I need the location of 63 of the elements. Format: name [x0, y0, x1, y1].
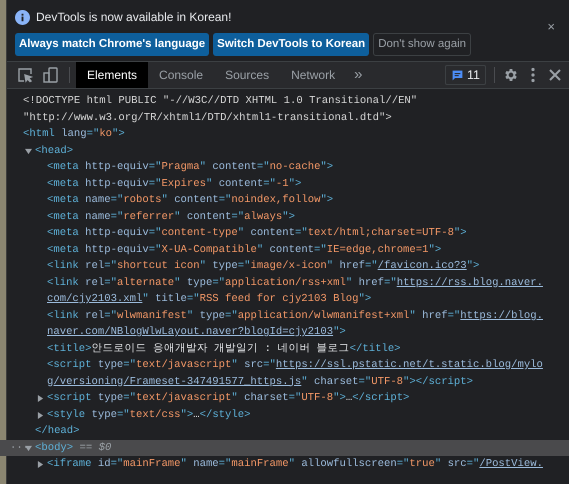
code-line: <meta http-equiv="content-type" content="text/html;charset=UTF-8">: [47, 226, 468, 241]
dom-node-row[interactable]: <iframe id="mainFrame" name="mainFrame" allowfullscreen="true" src="/PostView.: [0, 456, 569, 472]
expanded-triangle-icon[interactable]: [25, 444, 32, 452]
infobar-button[interactable]: Always match Chrome's language: [15, 33, 210, 56]
dom-node-row[interactable]: <meta http-equiv="X-UA-Compatible" content="IE=edge,chrome=1">: [0, 242, 569, 258]
code-line: <link rel="wlwmanifest" type="application/wlwmanifest+xml" href="https://blog.: [47, 308, 544, 324]
code-line: </head>: [35, 425, 80, 437]
panel-tab[interactable]: Elements: [76, 62, 148, 88]
inspect-element-icon[interactable]: [17, 67, 33, 83]
more-tabs-button[interactable]: »: [346, 62, 370, 88]
code-line: <title>안드로이드 응애개발자 개발일기 : 네이버 블로그</title>: [47, 342, 402, 356]
dom-node-row[interactable]: <meta name="referrer" content="always">: [0, 208, 569, 225]
collapsed-triangle-icon[interactable]: [37, 395, 44, 402]
panel-tab[interactable]: Network: [280, 62, 346, 88]
code-line: <body> == $0: [35, 440, 112, 456]
close-infobar-button[interactable]: ×: [547, 20, 555, 33]
code-line: <!DOCTYPE html PUBLIC "-//W3C//DTD XHTML 1.0 Transitional//EN": [23, 94, 418, 109]
infobar-button[interactable]: Don't show again: [373, 33, 472, 56]
dom-node-row[interactable]: <head>: [0, 142, 569, 159]
issues-button[interactable]: 11: [445, 65, 486, 85]
code-line: <html lang="ko">: [23, 127, 126, 142]
code-line: <meta name="referrer" content="always">: [47, 210, 296, 224]
infobar-button[interactable]: Switch DevTools to Korean: [213, 33, 370, 56]
panel-tab[interactable]: Sources: [214, 62, 280, 88]
dom-node-row[interactable]: <meta http-equiv="Expires" content="-1">: [0, 176, 569, 192]
dom-node-row[interactable]: <script type="text/javascript" src="https://ssl.pstatic.net/t.static.blog/mylo g/versioning/Frameset-347491577_https.js" charset="UTF-8"></script>: [0, 357, 569, 390]
code-line: <meta http-equiv="X-UA-Compatible" content="IE=edge,chrome=1">: [47, 242, 442, 258]
code-line: <meta http-equiv="Expires" content="-1">: [47, 176, 302, 192]
dom-node-row[interactable]: <!DOCTYPE html PUBLIC "-//W3C//DTD XHTML 1.0 Transitional//EN" "http://www.w3.org/TR/xhtml1/DTD/xhtml1-transitional.dtd">: [0, 93, 569, 126]
info-icon: [15, 10, 30, 24]
dom-node-row[interactable]: <link rel="wlwmanifest" type="application/wlwmanifest+xml" href="https://blog. naver.com/NBlogWlwLayout.naver?blogId=cjy2103">: [0, 308, 569, 340]
dom-node-row[interactable]: <style type="text/css">…</style>: [0, 406, 569, 423]
dom-node-row[interactable]: <title>안드로이드 응애개발자 개발일기 : 네이버 블로그</title>: [0, 340, 569, 357]
code-line: "http://www.w3.org/TR/xhtml1/DTD/xhtml1-transitional.dtd">: [23, 110, 393, 126]
dom-node-row[interactable]: <meta name="robots" content="noindex,follow">: [0, 192, 569, 208]
collapsed-triangle-icon[interactable]: [37, 461, 44, 468]
code-line: <meta name="robots" content="noindex,follow">: [47, 193, 334, 208]
more-options-icon[interactable]: [531, 67, 535, 83]
dom-node-row[interactable]: <script type="text/javascript" charset="UTF-8">…</script>: [0, 390, 569, 406]
panel-tab[interactable]: Console: [148, 62, 214, 88]
dom-node-row[interactable]: <meta http-equiv="content-type" content="text/html;charset=UTF-8">: [0, 225, 569, 242]
code-line: <script type="text/javascript" charset="UTF-8">…</script>: [47, 391, 410, 406]
code-line: <link rel="alternate" type="application/rss+xml" href="https://rss.blog.naver.: [47, 276, 544, 290]
dom-node-row[interactable]: <link rel="alternate" type="application/rss+xml" href="https://rss.blog.naver. com/cjy2103.xml" title="RSS feed for cjy2103 Blog">: [0, 274, 569, 308]
code-line: <meta http-equiv="Pragma" content="no-cache">: [47, 160, 334, 175]
code-line: <script type="text/javascript" src="https://ssl.pstatic.net/t.static.blog/mylo: [47, 358, 544, 373]
code-line: naver.com/NBlogWlwLayout.naver?blogId=cjy2103">: [47, 325, 347, 340]
expanded-triangle-icon[interactable]: [25, 148, 32, 154]
collapsed-triangle-icon[interactable]: [37, 412, 44, 418]
dom-node-row[interactable]: <link rel="shortcut icon" type="image/x-icon" href="/favicon.ico?3">: [0, 258, 569, 274]
settings-icon[interactable]: [503, 67, 519, 83]
dom-node-row[interactable]: <meta http-equiv="Pragma" content="no-cache">: [0, 159, 569, 176]
infobar-message: DevTools is now available in Korean!: [36, 9, 232, 26]
dom-node-row[interactable]: <html lang="ko">: [0, 126, 569, 142]
code-line: <style type="text/css">…</style>: [47, 408, 252, 422]
code-line: com/cjy2103.xml" title="RSS feed for cjy2103 Blog">: [47, 292, 372, 307]
code-line: <head>: [35, 144, 74, 158]
code-line: <iframe id="mainFrame" name="mainFrame" allowfullscreen="true" src="/PostView.: [47, 457, 544, 472]
message-icon: [451, 68, 464, 82]
code-line: <link rel="shortcut icon" type="image/x-icon" href="/favicon.ico?3">: [47, 259, 480, 274]
close-icon[interactable]: [549, 69, 561, 81]
device-toolbar-icon[interactable]: [43, 67, 59, 83]
code-line: g/versioning/Frameset-347491577_https.js" charset="UTF-8"></script>: [47, 374, 474, 390]
